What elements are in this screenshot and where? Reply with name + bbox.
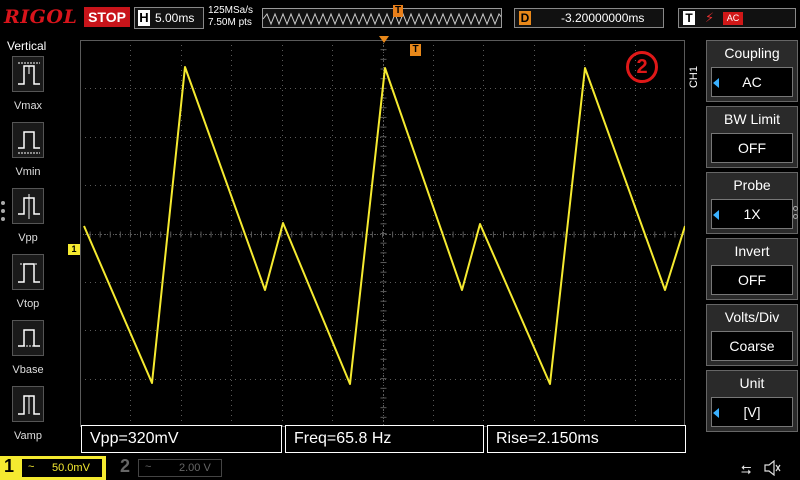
menu-bw-limit-title: BW Limit: [724, 111, 780, 127]
vamp-icon: [18, 395, 40, 415]
ch1-trace: [83, 66, 685, 385]
page-dots-right: [793, 206, 798, 222]
measure-vpp-label: Vpp: [18, 232, 38, 244]
measure-vtop-label: Vtop: [16, 298, 40, 310]
delay-value: -3.20000000ms: [561, 11, 645, 25]
ch2-number: 2: [120, 456, 131, 476]
rising-edge-icon: ⚡: [705, 10, 715, 25]
measure-vbase-button[interactable]: [12, 320, 44, 356]
trigger-position-arrow[interactable]: [379, 36, 389, 43]
measure-vtop-button[interactable]: [12, 254, 44, 290]
measurement-rise: Rise=2.150ms: [487, 425, 686, 453]
trigger-key: T: [683, 11, 695, 25]
trigger-position-marker[interactable]: T: [410, 44, 421, 56]
ch1-offset-marker[interactable]: 1: [68, 244, 80, 255]
top-status-bar: RIGOL STOP H 5.00ms 125MSa/s 7.50M pts T…: [0, 0, 800, 36]
waveform-overview-bar[interactable]: [262, 8, 502, 28]
select-arrow-icon: [713, 408, 719, 418]
menu-volts-div[interactable]: Volts/Div Coarse: [706, 304, 798, 366]
timebase-key: H: [138, 10, 150, 26]
trigger-box[interactable]: T ⚡ AC: [678, 8, 796, 28]
measurement-vpp: Vpp=320mV: [81, 425, 282, 453]
measure-vmin-label: Vmin: [15, 166, 41, 178]
menu-bw-limit-value: OFF: [711, 133, 793, 163]
select-arrow-icon: [713, 210, 719, 220]
measure-vmax-button[interactable]: [12, 56, 44, 92]
measurement-freq: Freq=65.8 Hz: [285, 425, 484, 453]
waveform-graticule: [80, 40, 685, 427]
select-arrow-icon: [713, 78, 719, 88]
vmin-icon: [18, 131, 40, 154]
vmax-icon: [18, 62, 40, 85]
memory-depth: 7.50M pts: [208, 17, 252, 28]
menu-unit-title: Unit: [739, 375, 765, 391]
vbase-icon: [18, 329, 40, 347]
channel-menu: CH1 Coupling AC BW Limit OFF Probe 1X In…: [686, 36, 800, 456]
timebase-box[interactable]: H 5.00ms: [134, 7, 204, 29]
menu-invert-value: OFF: [711, 265, 793, 295]
measure-vmin-button[interactable]: [12, 122, 44, 158]
menu-probe-title: Probe: [733, 177, 771, 193]
menu-coupling-title: Coupling: [724, 45, 780, 61]
annotation-circle-2: 2: [626, 51, 658, 83]
channel-status-bar: 1 ~ 50.0mV 2 ~ 2.00 V ⮀: [0, 456, 800, 480]
overview-trigger-marker: T: [393, 5, 403, 17]
speaker-muted-icon[interactable]: [763, 460, 781, 476]
ac-coupling-icon: ~: [28, 461, 35, 473]
usb-icon: ⮀: [741, 462, 752, 477]
measure-vbase-label: Vbase: [12, 364, 44, 376]
menu-invert[interactable]: Invert OFF: [706, 238, 798, 300]
waveform-display[interactable]: [80, 40, 685, 427]
menu-probe-value: 1X: [711, 199, 793, 229]
delay-key: D: [519, 11, 531, 25]
menu-volts-div-title: Volts/Div: [724, 309, 780, 325]
ch1-status[interactable]: 1 ~ 50.0mV: [0, 456, 106, 480]
menu-coupling-value: AC: [711, 67, 793, 97]
menu-invert-title: Invert: [734, 243, 770, 259]
vtop-icon: [18, 263, 40, 283]
measure-vamp-label: Vamp: [14, 430, 42, 442]
menu-unit-value: [V]: [711, 397, 793, 427]
menu-unit[interactable]: Unit [V]: [706, 370, 798, 432]
menu-probe[interactable]: Probe 1X: [706, 172, 798, 234]
rigol-logo: RIGOL: [4, 6, 78, 28]
ch2-status[interactable]: 2 ~ 2.00 V: [112, 456, 226, 480]
measure-vpp-button[interactable]: [12, 188, 44, 224]
ac-coupling-icon: ~: [145, 461, 152, 473]
ch1-scale: 50.0mV: [52, 462, 90, 474]
page-dots-left: [1, 201, 5, 225]
trigger-source: AC: [723, 12, 743, 25]
run-stop-indicator[interactable]: STOP: [84, 7, 130, 27]
menu-volts-div-value: Coarse: [711, 331, 793, 361]
menu-coupling[interactable]: Coupling AC: [706, 40, 798, 102]
acquisition-info: 125MSa/s 7.50M pts: [208, 5, 253, 29]
measure-panel: Vertical Vmax Vmin Vpp Vtop Vbase Vamp: [0, 36, 56, 456]
ch2-scale: 2.00 V: [179, 462, 211, 474]
sample-rate: 125MSa/s: [208, 5, 254, 16]
timebase-value: 5.00ms: [155, 11, 195, 25]
overview-waveform: [263, 12, 501, 26]
measure-vamp-button[interactable]: [12, 386, 44, 422]
vpp-icon: [18, 194, 40, 219]
channel-tab: CH1: [688, 66, 700, 89]
ch1-number: 1: [4, 456, 15, 476]
measure-vmax-label: Vmax: [13, 100, 43, 112]
measure-panel-title: Vertical: [7, 39, 47, 53]
delay-box[interactable]: D -3.20000000ms: [514, 8, 664, 28]
menu-bw-limit[interactable]: BW Limit OFF: [706, 106, 798, 168]
